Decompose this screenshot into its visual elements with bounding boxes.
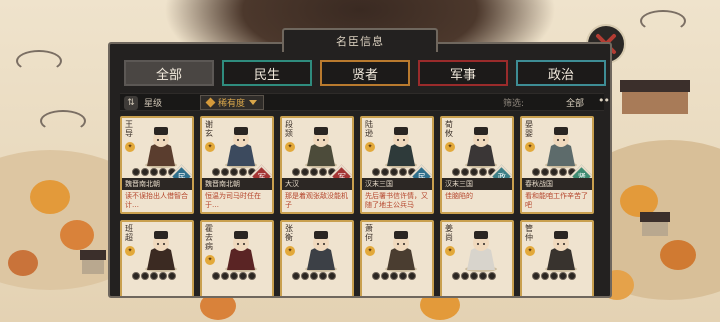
minister-description: 看和能咱工作辛苦了吧 bbox=[525, 192, 588, 209]
minister-card[interactable]: 陆逊 ✦ 民 汉末三国 先后署书信许情，又随了地主公兵马 bbox=[360, 116, 434, 214]
panel-title: 名臣信息 bbox=[336, 35, 384, 48]
era-label: 魏晋南北朝 bbox=[202, 178, 272, 190]
minister-portrait bbox=[465, 127, 497, 168]
minister-card-grid: 王导 ✦ 民 魏晋南北朝 读不误抬出人借智合计… 谢玄 ✦ 军 魏晋南北朝 恒温… bbox=[120, 116, 604, 296]
minister-name: 张衡 bbox=[285, 224, 293, 242]
more-icon[interactable]: ••• bbox=[598, 94, 610, 107]
minister-portrait bbox=[145, 231, 177, 272]
minister-card[interactable]: 张衡 ✦ bbox=[280, 220, 354, 296]
minister-name: 陆逊 bbox=[365, 120, 373, 138]
minister-portrait bbox=[465, 231, 497, 272]
minister-portrait bbox=[385, 231, 417, 272]
minister-name: 谢玄 bbox=[205, 120, 213, 138]
minister-name: 段颎 bbox=[285, 120, 293, 138]
minister-card[interactable]: 晏婴 ✦ 贤 春秋战国 看和能咱工作辛苦了吧 bbox=[520, 116, 594, 214]
minister-description: 读不误抬出人借智合计… bbox=[125, 192, 188, 209]
era-label: 魏晋南北朝 bbox=[122, 178, 192, 190]
minister-name: 晏婴 bbox=[525, 120, 533, 138]
panel-title-tab: 名臣信息 bbox=[282, 28, 438, 52]
star-rating bbox=[532, 272, 576, 280]
sort-icon: ⇅ bbox=[124, 95, 138, 110]
sort-by-star-button[interactable]: ⇅ 星级 bbox=[124, 95, 162, 110]
category-tabs: 全部 民生 贤者 军事 政治 bbox=[124, 60, 606, 86]
minister-card[interactable]: 段颎 ✦ 军 大汉 那是着观张敌没能机子 bbox=[280, 116, 354, 214]
tab-military[interactable]: 军事 bbox=[418, 60, 508, 86]
diamond-icon bbox=[205, 97, 216, 108]
filter-label: 筛选: bbox=[503, 99, 525, 109]
chevron-down-icon bbox=[249, 100, 258, 105]
filter-bar: ⇅ 星级 稀有度 筛选: 全部 ••• bbox=[120, 93, 610, 111]
star-rating bbox=[372, 272, 416, 280]
minister-card[interactable]: 姜尚 ✦ bbox=[440, 220, 514, 296]
star-rating bbox=[132, 272, 176, 280]
filter-value[interactable]: 全部 bbox=[566, 96, 584, 109]
minister-description: 那是着观张敌没能机子 bbox=[285, 192, 348, 209]
rarity-seal-icon: ✦ bbox=[205, 142, 215, 152]
star-rating bbox=[292, 272, 336, 280]
minister-portrait bbox=[545, 127, 577, 168]
sort-label: 星级 bbox=[144, 99, 163, 109]
minister-card[interactable]: 王导 ✦ 民 魏晋南北朝 读不误抬出人借智合计… bbox=[120, 116, 194, 214]
tab-politics[interactable]: 政治 bbox=[516, 60, 606, 86]
era-label: 春秋战国 bbox=[522, 178, 592, 190]
minister-portrait bbox=[545, 231, 577, 272]
minister-portrait bbox=[305, 127, 337, 168]
minister-portrait bbox=[225, 127, 257, 168]
minister-portrait bbox=[305, 231, 337, 272]
rarity-seal-icon: ✦ bbox=[285, 142, 295, 152]
minister-description: 佳脑陷的 bbox=[445, 192, 473, 200]
era-label: 汉末三国 bbox=[362, 178, 432, 190]
tab-sage[interactable]: 贤者 bbox=[320, 60, 410, 86]
minister-card[interactable]: 萧何 ✦ bbox=[360, 220, 434, 296]
rarity-label: 稀有度 bbox=[218, 99, 246, 109]
rarity-seal-icon: ✦ bbox=[205, 255, 215, 265]
minister-name: 萧何 bbox=[365, 224, 373, 242]
rarity-seal-icon: ✦ bbox=[125, 246, 135, 256]
minister-name: 姜尚 bbox=[445, 224, 453, 242]
minister-portrait bbox=[145, 127, 177, 168]
minister-name: 荀攸 bbox=[445, 120, 453, 138]
rarity-seal-icon: ✦ bbox=[125, 142, 135, 152]
rarity-seal-icon: ✦ bbox=[365, 142, 375, 152]
rarity-seal-icon: ✦ bbox=[445, 142, 455, 152]
minister-name: 霍去病 bbox=[205, 224, 213, 251]
minister-name: 管仲 bbox=[525, 224, 533, 242]
rarity-seal-icon: ✦ bbox=[365, 246, 375, 256]
minister-description: 恒温为司马时任在于… bbox=[205, 192, 261, 209]
minister-description: 先后署书信许情，又随了地主公兵马 bbox=[365, 192, 428, 209]
minister-card[interactable]: 谢玄 ✦ 军 魏晋南北朝 恒温为司马时任在于… bbox=[200, 116, 274, 214]
era-label: 大汉 bbox=[282, 178, 352, 190]
star-rating bbox=[452, 272, 496, 280]
minister-card[interactable]: 管仲 ✦ bbox=[520, 220, 594, 296]
rarity-seal-icon: ✦ bbox=[525, 246, 535, 256]
minister-card[interactable]: 班超 ✦ bbox=[120, 220, 194, 296]
tab-livelihood[interactable]: 民生 bbox=[222, 60, 312, 86]
minister-portrait bbox=[225, 231, 257, 272]
star-rating bbox=[212, 272, 256, 280]
minister-card[interactable]: 荀攸 ✦ 政 汉末三国 佳脑陷的 bbox=[440, 116, 514, 214]
minister-name: 王导 bbox=[125, 120, 133, 138]
minister-info-panel: 全部 民生 贤者 军事 政治 ⇅ 星级 稀有度 筛选: 全部 ••• 王导 ✦ bbox=[108, 42, 612, 298]
rarity-seal-icon: ✦ bbox=[285, 246, 295, 256]
minister-card[interactable]: 霍去病 ✦ bbox=[200, 220, 274, 296]
tab-all[interactable]: 全部 bbox=[124, 60, 214, 86]
rarity-seal-icon: ✦ bbox=[525, 142, 535, 152]
rarity-seal-icon: ✦ bbox=[445, 246, 455, 256]
minister-portrait bbox=[385, 127, 417, 168]
rarity-dropdown[interactable]: 稀有度 bbox=[200, 95, 265, 110]
minister-name: 班超 bbox=[125, 224, 133, 242]
era-label: 汉末三国 bbox=[442, 178, 512, 190]
